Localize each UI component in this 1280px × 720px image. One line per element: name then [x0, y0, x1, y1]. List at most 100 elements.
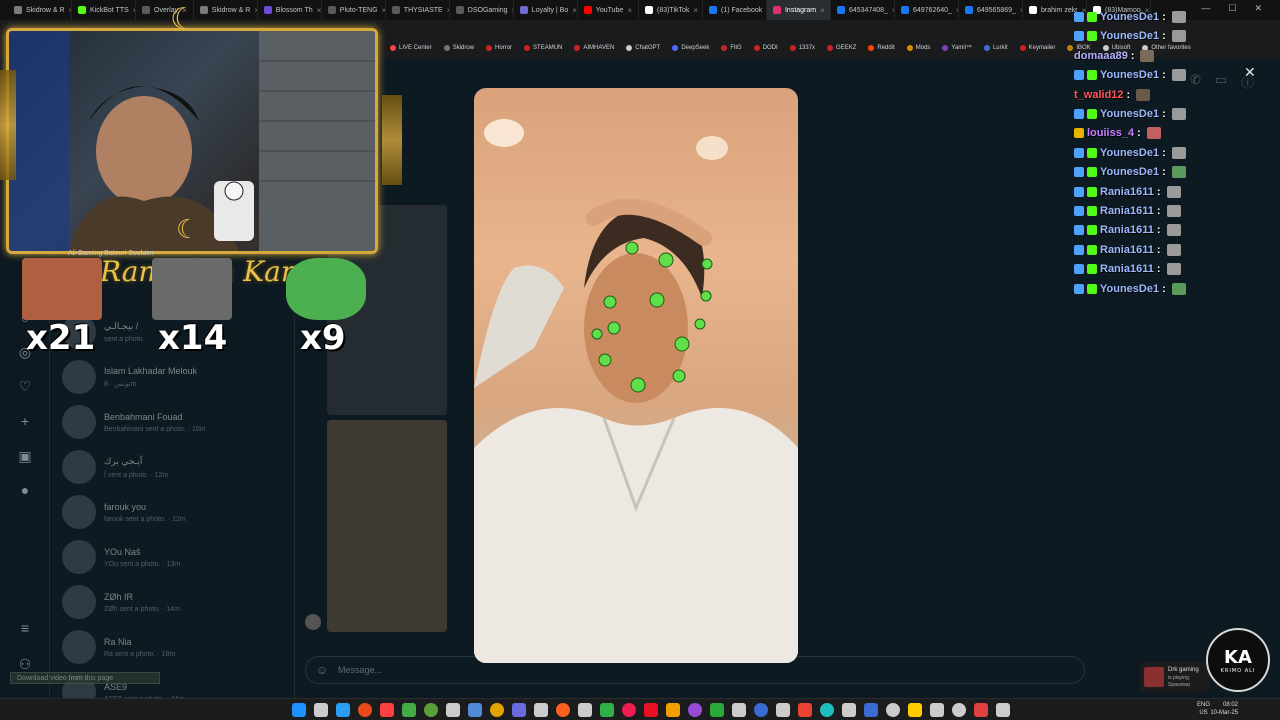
- taskbar-app-icon[interactable]: [468, 703, 482, 717]
- close-window-icon[interactable]: ✕: [1254, 3, 1262, 14]
- bookmark-item[interactable]: Skidrow: [443, 45, 474, 51]
- taskbar-app-icon[interactable]: [908, 703, 922, 717]
- taskbar-app-icon[interactable]: [996, 703, 1010, 717]
- taskbar-app-icon[interactable]: [446, 703, 460, 717]
- dm-list-item[interactable]: Ra Nia Ra sent a photo. · 18m: [62, 625, 292, 669]
- phone-icon[interactable]: ✆: [1190, 72, 1201, 91]
- thread-photo[interactable]: [327, 420, 447, 632]
- dm-list-item[interactable]: ZØh IR ZØh sent a photo. · 14m: [62, 580, 292, 624]
- dm-list-item[interactable]: آيـجي برك آ sent a photo. · 12m: [62, 445, 292, 489]
- browser-tab[interactable]: Loyalty | Bo ×: [514, 0, 578, 20]
- taskbar-app-icon[interactable]: [952, 703, 966, 717]
- profile-icon[interactable]: ●: [16, 482, 34, 500]
- browser-tab[interactable]: 645347408_×: [831, 0, 895, 20]
- steam-notification[interactable]: Drk gaming is playing Spacewar: [1140, 662, 1210, 692]
- browser-tab[interactable]: THYSIASTE×: [386, 0, 450, 20]
- bookmark-item[interactable]: DeepSeek: [672, 45, 709, 51]
- menu-icon[interactable]: ≡: [16, 620, 34, 638]
- browser-tab[interactable]: 649565869_×: [959, 0, 1023, 20]
- browser-tab[interactable]: Skidrow & R×: [194, 0, 258, 20]
- taskbar-app-icon[interactable]: [842, 703, 856, 717]
- taskbar-app-icon[interactable]: [732, 703, 746, 717]
- bookmark-item[interactable]: AIMHAVEN: [574, 45, 614, 51]
- taskbar-app-icon[interactable]: [754, 703, 768, 717]
- taskbar-app-icon[interactable]: [974, 703, 988, 717]
- heart-icon[interactable]: ♡: [16, 378, 34, 396]
- browser-tab[interactable]: Blossom Th ×: [258, 0, 322, 20]
- dm-list-item[interactable]: Islam Lakhadar Melouk تونس · 8m: [62, 355, 292, 399]
- taskbar-app-icon[interactable]: [534, 703, 548, 717]
- taskbar-app-icon[interactable]: [358, 703, 372, 717]
- close-icon[interactable]: ✕: [1244, 64, 1256, 81]
- dm-list-item[interactable]: Benbahmani Fouad Benbahmani sent a photo.…: [62, 400, 292, 444]
- bookmark-item[interactable]: LIVE Center: [390, 45, 432, 51]
- taskbar-app-icon[interactable]: [710, 703, 724, 717]
- browser-tab[interactable]: (1) Facebook×: [703, 0, 767, 20]
- create-icon[interactable]: +: [16, 413, 34, 431]
- taskbar-app-icon[interactable]: [666, 703, 680, 717]
- browser-tab[interactable]: YouTube ×: [578, 0, 639, 20]
- clock-date: 10-Mar-25: [1210, 710, 1238, 716]
- taskbar-app-icon[interactable]: [490, 703, 504, 717]
- taskbar-app-icon[interactable]: [424, 703, 438, 717]
- browser-tab[interactable]: DSOGaming×: [450, 0, 514, 20]
- browser-tab[interactable]: Instagram ×: [766, 0, 831, 20]
- tab-close-icon[interactable]: ×: [627, 6, 632, 15]
- minimize-icon[interactable]: —: [1201, 3, 1210, 14]
- video-icon[interactable]: ▭: [1215, 72, 1227, 91]
- maximize-icon[interactable]: ☐: [1228, 3, 1236, 14]
- browser-tab[interactable]: (83)TikTok ×: [639, 0, 703, 20]
- chat-message: YounesDe1:: [1074, 144, 1186, 162]
- taskbar-app-icon[interactable]: [798, 703, 812, 717]
- bookmark-item[interactable]: Yamil™: [942, 45, 972, 51]
- bookmark-item[interactable]: Keymailer: [1019, 45, 1055, 51]
- dm-name: Ra Nia: [104, 636, 132, 647]
- taskbar-app-icon[interactable]: [820, 703, 834, 717]
- bookmark-item[interactable]: STEAMUN: [524, 45, 562, 51]
- taskbar-app-icon[interactable]: [512, 703, 526, 717]
- taskbar-app-icon[interactable]: [864, 703, 878, 717]
- browser-tab[interactable]: Pluto-TENG ×: [322, 0, 386, 20]
- taskbar-app-icon[interactable]: [886, 703, 900, 717]
- system-clock[interactable]: 08:02 10-Mar-25: [1210, 701, 1238, 717]
- bookmark-item[interactable]: Reddit: [868, 45, 895, 51]
- emoji-icon[interactable]: ☺: [316, 663, 328, 677]
- dm-list-item[interactable]: farouk you farouk sent a photo. · 12m: [62, 490, 292, 534]
- windows-start-icon[interactable]: [292, 703, 306, 717]
- bookmark-item[interactable]: 1337x: [789, 45, 815, 51]
- tab-close-icon[interactable]: ×: [572, 6, 577, 15]
- browser-tab[interactable]: Skidrow & R×: [8, 0, 72, 20]
- browser-tab[interactable]: KickBot TTS×: [72, 0, 136, 20]
- tab-close-icon[interactable]: ×: [693, 6, 698, 15]
- taskbar-app-icon[interactable]: [556, 703, 570, 717]
- taskbar-app-icon[interactable]: [644, 703, 658, 717]
- dm-list-item[interactable]: YOu Naš YOu sent a photo. · 13m: [62, 535, 292, 579]
- taskbar-app-icon[interactable]: [688, 703, 702, 717]
- tab-close-icon[interactable]: ×: [820, 6, 825, 15]
- taskbar-app-icon[interactable]: [336, 703, 350, 717]
- bookmark-item[interactable]: Horror: [486, 45, 512, 51]
- taskbar-app-icon[interactable]: [402, 703, 416, 717]
- download-video-bar[interactable]: Download video from this page: [10, 672, 160, 684]
- tab-close-icon[interactable]: ×: [317, 6, 321, 15]
- bookmark-item[interactable]: Lurkit: [983, 45, 1008, 51]
- tab-label: brahim zekr: [1040, 6, 1078, 14]
- bookmark-item[interactable]: GEEKZ: [827, 45, 856, 51]
- bookmark-item[interactable]: FitG: [721, 45, 742, 51]
- taskbar-app-icon[interactable]: [776, 703, 790, 717]
- browser-tab[interactable]: 649762640_×: [895, 0, 959, 20]
- dashboard-icon[interactable]: ▣: [16, 448, 34, 466]
- bookmark-item[interactable]: ChatGPT: [626, 45, 660, 51]
- bookmark-item[interactable]: DODI: [753, 45, 778, 51]
- chat-separator: :: [1162, 146, 1166, 159]
- taskbar-app-icon[interactable]: [578, 703, 592, 717]
- chat-message: domaaa89:: [1074, 47, 1155, 65]
- taskbar-app-icon[interactable]: [622, 703, 636, 717]
- taskbar-app-icon[interactable]: [314, 703, 328, 717]
- taskbar-app-icon[interactable]: [380, 703, 394, 717]
- taskbar-app-icon[interactable]: [600, 703, 614, 717]
- language-indicator[interactable]: ENG US: [1197, 701, 1210, 717]
- tab-label: Pluto-TENG: [339, 6, 378, 14]
- taskbar-app-icon[interactable]: [930, 703, 944, 717]
- bookmark-item[interactable]: Mods: [906, 45, 930, 51]
